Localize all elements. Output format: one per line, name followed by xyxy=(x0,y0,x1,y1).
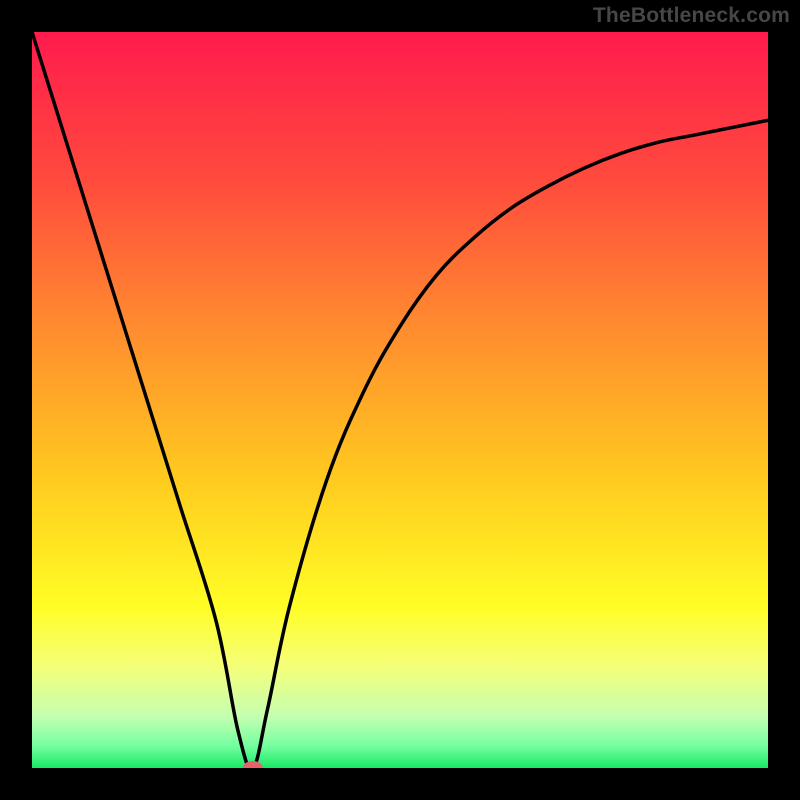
chart-svg xyxy=(32,32,768,768)
plot-area xyxy=(32,32,768,768)
attribution-text: TheBottleneck.com xyxy=(593,4,790,28)
chart-frame: TheBottleneck.com xyxy=(0,0,800,800)
